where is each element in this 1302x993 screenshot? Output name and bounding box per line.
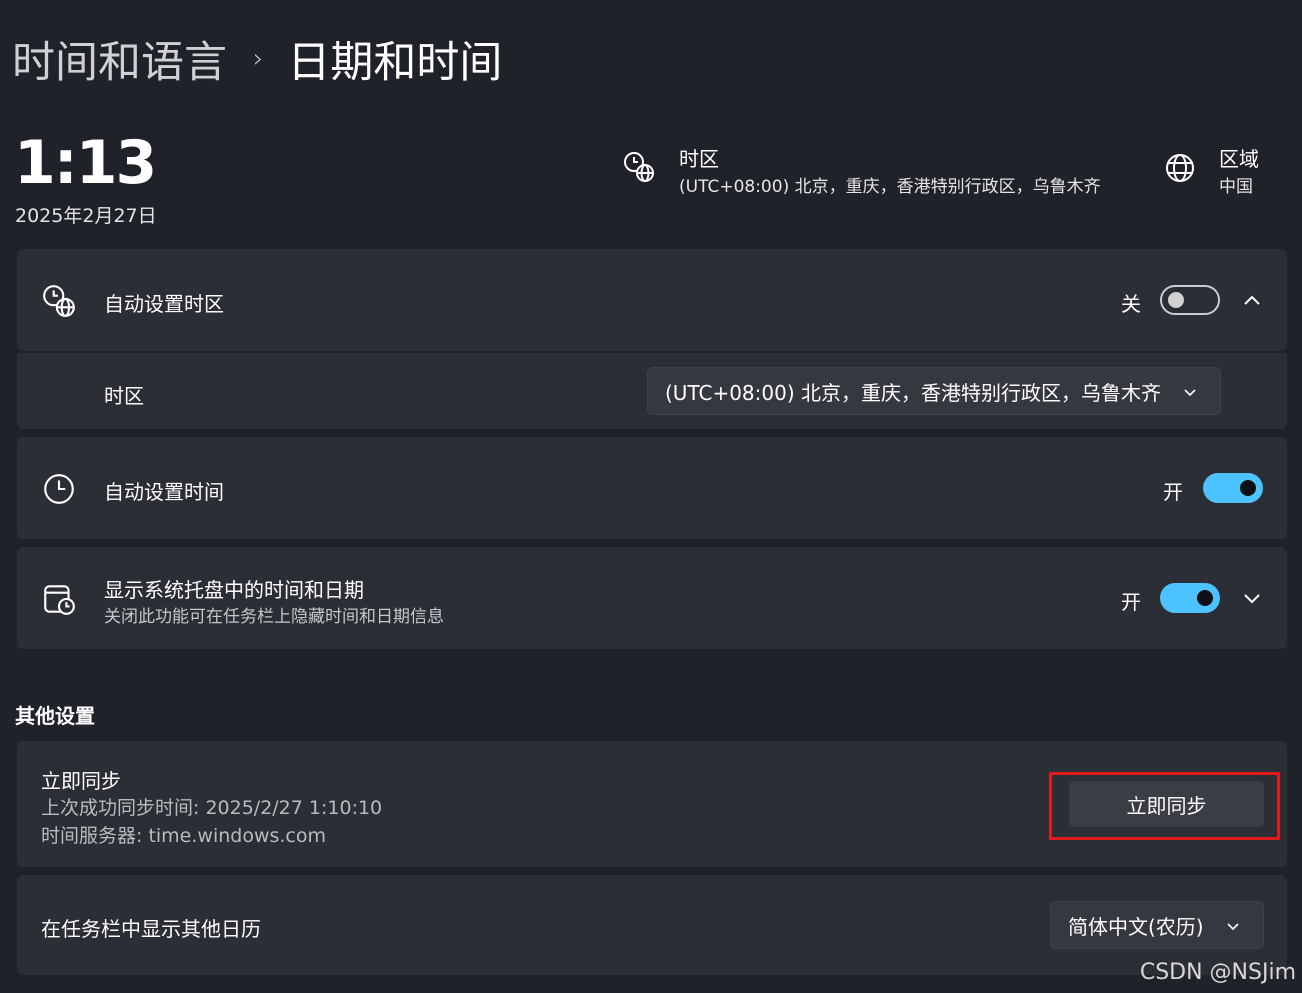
chevron-down-icon	[1184, 389, 1196, 397]
toggle-knob	[1240, 480, 1256, 496]
tray-time-card[interactable]: 显示系统托盘中的时间和日期 关闭此功能可在任务栏上隐藏时间和日期信息 开	[17, 547, 1287, 649]
calendar-clock-icon	[41, 581, 77, 617]
current-time: 1:13	[14, 128, 157, 198]
auto-timezone-state: 关	[1121, 292, 1141, 316]
timezone-globe-clock-icon	[41, 283, 77, 319]
auto-time-label: 自动设置时间	[104, 480, 224, 504]
header-timezone-value: (UTC+08:00) 北京，重庆，香港特别行政区，乌鲁木齐	[679, 177, 1101, 197]
auto-timezone-card[interactable]: 自动设置时区 关	[17, 249, 1287, 351]
timezone-dropdown-value: (UTC+08:00) 北京，重庆，香港特别行政区，乌鲁木齐	[665, 380, 1162, 405]
breadcrumb-separator: ›	[253, 44, 264, 74]
chevron-down-icon[interactable]	[1241, 587, 1263, 609]
current-date: 2025年2月27日	[15, 205, 157, 227]
header-timezone-title: 时区	[679, 147, 719, 171]
tray-time-label: 显示系统托盘中的时间和日期	[104, 578, 364, 602]
timezone-dropdown[interactable]: (UTC+08:00) 北京，重庆，香港特别行政区，乌鲁木齐	[647, 367, 1221, 415]
page-title: 日期和时间	[287, 38, 503, 88]
breadcrumb: 时间和语言 › 日期和时间	[12, 28, 502, 90]
tray-time-toggle[interactable]	[1160, 583, 1220, 613]
sync-title: 立即同步	[41, 769, 121, 793]
highlight-box	[1049, 772, 1280, 840]
header-region-value: 中国	[1219, 177, 1253, 197]
timezone-select-row: 时区 (UTC+08:00) 北京，重庆，香港特别行政区，乌鲁木齐	[17, 353, 1287, 429]
timezone-globe-clock-icon	[622, 150, 656, 188]
auto-time-state: 开	[1163, 480, 1183, 504]
toggle-knob	[1197, 590, 1213, 606]
additional-calendar-label: 在任务栏中显示其他日历	[41, 917, 261, 941]
toggle-knob	[1168, 292, 1184, 308]
watermark: CSDN @NSJim	[1139, 960, 1296, 985]
auto-time-card[interactable]: 自动设置时间 开	[17, 437, 1287, 539]
time-server: 时间服务器: time.windows.com	[41, 825, 327, 847]
header-region-title: 区域	[1219, 147, 1259, 171]
tray-time-state: 开	[1121, 590, 1141, 614]
auto-timezone-label: 自动设置时区	[104, 292, 224, 316]
calendar-dropdown[interactable]: 简体中文(农历)	[1050, 901, 1264, 949]
other-settings-title: 其他设置	[15, 704, 95, 728]
auto-time-toggle[interactable]	[1203, 473, 1263, 503]
calendar-dropdown-value: 简体中文(农历)	[1068, 914, 1204, 939]
additional-calendar-card: 在任务栏中显示其他日历 简体中文(农历)	[17, 875, 1287, 975]
chevron-down-icon	[1227, 923, 1239, 931]
timezone-row-label: 时区	[104, 384, 144, 408]
auto-timezone-toggle[interactable]	[1160, 285, 1220, 315]
chevron-up-icon[interactable]	[1241, 289, 1263, 311]
breadcrumb-parent[interactable]: 时间和语言	[12, 28, 227, 90]
last-sync-time: 上次成功同步时间: 2025/2/27 1:10:10	[41, 797, 383, 819]
globe-icon	[1163, 151, 1197, 189]
tray-time-description: 关闭此功能可在任务栏上隐藏时间和日期信息	[104, 607, 444, 627]
clock-icon	[41, 471, 77, 507]
